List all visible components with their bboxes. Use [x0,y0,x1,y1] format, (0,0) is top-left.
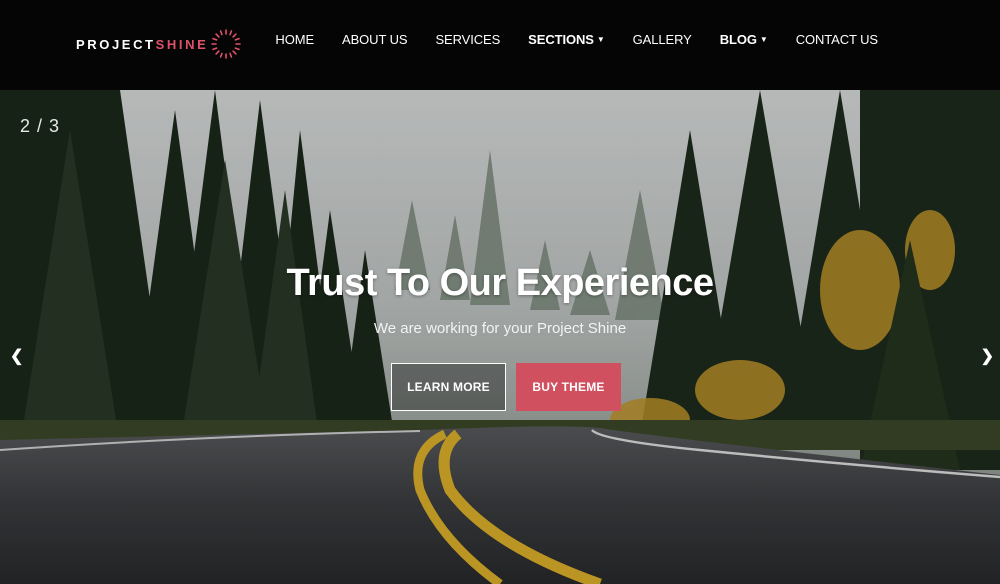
caret-down-icon: ▼ [596,35,605,44]
logo-text-main: PROJECT [76,36,156,52]
slide-counter: 2 / 3 [20,116,61,136]
logo-text: PROJECTSHINE [76,37,208,52]
nav-item-about-us[interactable]: ABOUT US [328,32,421,47]
nav-label: ABOUT US [342,32,408,47]
nav-label: CONTACT US [795,32,878,47]
nav-label: HOME [275,32,315,47]
logo-text-accent: SHINE [155,36,209,52]
sun-burst-icon [211,29,242,59]
main-nav: HOME ABOUT US SERVICES SECTIONS ▼ GALLERY… [261,32,892,47]
nav-label: GALLERY [632,32,692,47]
site-header: PROJECTSHINE HOME ABOUT US SERVICES SECT… [0,0,1000,90]
nav-item-gallery[interactable]: GALLERY [619,32,706,47]
nav-label: SECTIONS [528,32,594,47]
learn-more-button[interactable]: LEARN MORE [391,363,506,411]
nav-label: SERVICES [435,32,501,47]
nav-item-home[interactable]: HOME [261,32,328,47]
nav-item-blog[interactable]: BLOG ▼ [706,32,782,47]
logo[interactable]: PROJECTSHINE [76,28,242,60]
hero-overlay [0,90,1000,584]
hero-slider: 2 / 3 ❮ ❯ Trust To Our Experience We are… [0,90,1000,584]
nav-item-services[interactable]: SERVICES [421,32,514,47]
chevron-right-icon[interactable]: ❯ [981,346,994,366]
nav-label: BLOG [719,32,757,47]
nav-item-sections[interactable]: SECTIONS ▼ [514,32,618,47]
hero-subline: We are working for your Project Shine [373,320,627,337]
chevron-left-icon[interactable]: ❮ [10,346,23,366]
nav-item-contact-us[interactable]: CONTACT US [782,32,892,47]
caret-down-icon: ▼ [759,35,768,44]
hero-headline: Trust To Our Experience [286,262,714,304]
buy-theme-button[interactable]: BUY THEME [516,363,621,411]
